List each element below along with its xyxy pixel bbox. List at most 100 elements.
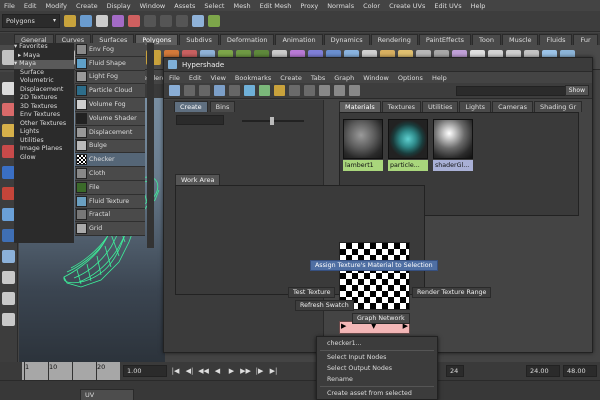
- rearrange-graph-icon[interactable]: [289, 85, 300, 96]
- select-hierarchy-icon[interactable]: [96, 15, 108, 27]
- tree-item-maya[interactable]: ▾ Maya: [14, 60, 74, 69]
- menu-edit[interactable]: Edit: [24, 2, 37, 10]
- create-node-fractal[interactable]: Fractal: [75, 208, 145, 223]
- tab-shading-gr[interactable]: Shading Gr: [533, 101, 583, 112]
- tab-lights[interactable]: Lights: [459, 101, 492, 112]
- particle-cloud-swatch[interactable]: [388, 119, 428, 159]
- select-object-icon[interactable]: [112, 15, 124, 27]
- create-node-light-fog[interactable]: Light Fog: [75, 70, 145, 85]
- create-node-fluid-texture[interactable]: Fluid Texture: [75, 194, 145, 209]
- hs-menu-create[interactable]: Create: [280, 74, 302, 82]
- time-slider[interactable]: 1 10 20 1.00 |◀ ◀| ◀◀ ◀ ▶ ▶▶ |▶ ▶| 24 24…: [0, 362, 600, 380]
- step-back-frame-button[interactable]: ◀◀: [198, 367, 209, 375]
- graph-network-icon[interactable]: [244, 85, 255, 96]
- swatch-size-icon[interactable]: [304, 85, 315, 96]
- animation-end-field[interactable]: 48.00: [563, 365, 597, 377]
- playback-end-field[interactable]: 24.00: [526, 365, 560, 377]
- create-node-cloth[interactable]: Cloth: [75, 167, 145, 181]
- create-node-file[interactable]: File: [75, 180, 145, 195]
- tree-item-image-planes[interactable]: Image Planes: [14, 145, 74, 154]
- tree-item-3d-textures[interactable]: 3D Textures: [14, 103, 74, 112]
- tree-item-surface[interactable]: Surface: [14, 69, 74, 78]
- layout-four-icon[interactable]: [2, 271, 15, 284]
- snap-point-icon[interactable]: [176, 15, 188, 27]
- hypershade-titlebar[interactable]: Hypershade: [164, 58, 592, 72]
- layout-top-icon[interactable]: [184, 85, 195, 96]
- shelf-tab-animation[interactable]: Animation: [275, 34, 323, 45]
- current-frame-field[interactable]: 1.00: [123, 365, 167, 377]
- hs-menu-view[interactable]: View: [210, 74, 225, 82]
- play-forwards-button[interactable]: ▶: [226, 367, 237, 375]
- shelf-tab-painteffects[interactable]: PaintEffects: [418, 34, 472, 45]
- menu-file[interactable]: File: [4, 2, 15, 10]
- create-node-particle-cloud[interactable]: Particle Cloud: [75, 84, 145, 99]
- menu-assets[interactable]: Assets: [174, 2, 195, 10]
- create-node-bulge[interactable]: Bulge: [75, 139, 145, 154]
- snap-curve-icon[interactable]: [160, 15, 172, 27]
- lambert-swatch[interactable]: [343, 119, 383, 159]
- context-item-rename[interactable]: Rename: [317, 374, 437, 385]
- step-back-key-button[interactable]: ◀|: [184, 367, 195, 375]
- create-node-checker[interactable]: Checker: [75, 153, 145, 168]
- hs-menu-edit[interactable]: Edit: [189, 74, 202, 82]
- hs-menu-bookmarks[interactable]: Bookmarks: [235, 74, 271, 82]
- create-node-fluid-shape[interactable]: Fluid Shape: [75, 56, 145, 71]
- menu-edit-mesh[interactable]: Edit Mesh: [260, 2, 292, 10]
- graph-output-icon[interactable]: [259, 85, 270, 96]
- tree-item-glow[interactable]: Glow: [14, 154, 74, 163]
- menu-create[interactable]: Create: [76, 2, 98, 10]
- tab-create[interactable]: Create: [174, 101, 208, 112]
- tree-item-utilities[interactable]: Utilities: [14, 137, 74, 146]
- shelf-tab-muscle[interactable]: Muscle: [501, 34, 539, 45]
- hs-menu-tabs[interactable]: Tabs: [311, 74, 325, 82]
- icon-size-slider[interactable]: [242, 117, 304, 125]
- render-texture-range-item[interactable]: Render Texture Range: [412, 287, 492, 298]
- create-node-volume-shader[interactable]: Volume Shader: [75, 111, 145, 126]
- hs-menu-window[interactable]: Window: [363, 74, 389, 82]
- graph-input-icon[interactable]: [229, 85, 240, 96]
- ipr-render-icon[interactable]: [208, 15, 220, 27]
- slider-handle[interactable]: [270, 117, 274, 125]
- menu-help[interactable]: Help: [471, 2, 486, 10]
- create-node-grid[interactable]: Grid: [75, 222, 145, 237]
- filter-field[interactable]: [456, 86, 566, 96]
- tree-item-other-textures[interactable]: Other Textures: [14, 120, 74, 129]
- menu-edit-uvs[interactable]: Edit UVs: [434, 2, 461, 10]
- context-item-select-input-nodes[interactable]: Select Input Nodes: [317, 352, 437, 363]
- shelf-tab-fur[interactable]: Fur: [573, 34, 598, 45]
- tree-item-displacement[interactable]: Displacement: [14, 86, 74, 95]
- context-item-checker1[interactable]: checker1...: [317, 338, 437, 349]
- graph-network-item[interactable]: Graph Network: [352, 313, 410, 324]
- time-ruler[interactable]: 1 10 20: [22, 362, 120, 380]
- node-search-field[interactable]: [176, 115, 224, 125]
- menu-normals[interactable]: Normals: [327, 2, 354, 10]
- save-icon[interactable]: [80, 15, 92, 27]
- layout-both-icon[interactable]: [214, 85, 225, 96]
- tab-bins[interactable]: Bins: [209, 101, 236, 112]
- tab-utilities[interactable]: Utilities: [421, 101, 459, 112]
- hs-menu-options[interactable]: Options: [398, 74, 423, 82]
- context-item-select-output-nodes[interactable]: Select Output Nodes: [317, 363, 437, 374]
- step-forward-key-button[interactable]: |▶: [254, 367, 265, 375]
- uv-editor-taskbar-tab[interactable]: UV: [80, 389, 134, 400]
- layout-graph-icon[interactable]: [2, 313, 15, 326]
- menu-set-selector[interactable]: Polygons ▾: [2, 14, 60, 28]
- tree-item-2d-textures[interactable]: 2D Textures: [14, 94, 74, 103]
- clear-graph-icon[interactable]: [274, 85, 285, 96]
- hs-menu-help[interactable]: Help: [432, 74, 447, 82]
- folder-icon[interactable]: [64, 15, 76, 27]
- shelf-tab-subdivs[interactable]: Subdivs: [179, 34, 219, 45]
- shelf-tab-deformation[interactable]: Deformation: [219, 34, 275, 45]
- tree-item-maya[interactable]: ▸ Maya: [14, 52, 74, 61]
- tab-textures[interactable]: Textures: [381, 101, 421, 112]
- menu-color[interactable]: Color: [363, 2, 380, 10]
- sort-icon[interactable]: [349, 85, 360, 96]
- node-category-tree[interactable]: ▾ Favorites ▸ Maya ▾ Maya Surface Volumet…: [14, 43, 74, 243]
- context-item-create-asset-from-selected[interactable]: Create asset from selected: [317, 388, 437, 399]
- hs-menu-file[interactable]: File: [169, 74, 180, 82]
- shelf-tab-dynamics[interactable]: Dynamics: [323, 34, 370, 45]
- menu-display[interactable]: Display: [107, 2, 131, 10]
- menu-select[interactable]: Select: [204, 2, 224, 10]
- shelf-tab-fluids[interactable]: Fluids: [539, 34, 573, 45]
- hs-menu-graph[interactable]: Graph: [334, 74, 354, 82]
